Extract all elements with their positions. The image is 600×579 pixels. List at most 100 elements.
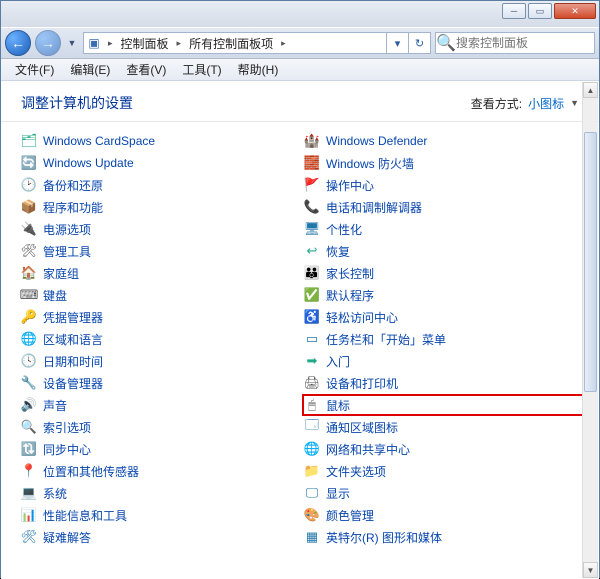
control-panel-item[interactable]: 🏠家庭组 xyxy=(21,262,304,284)
control-panel-item[interactable]: ⌨键盘 xyxy=(21,284,304,306)
item-label: 设备管理器 xyxy=(43,375,103,392)
item-icon: 🔍 xyxy=(21,419,37,435)
item-icon: 🗔 xyxy=(304,419,320,435)
column-right: 🏰Windows Defender🧱Windows 防火墙🚩操作中心📞电话和调制… xyxy=(304,130,587,562)
item-label: 显示 xyxy=(326,485,350,502)
control-panel-item[interactable]: 🛠管理工具 xyxy=(21,240,304,262)
close-button[interactable]: ✕ xyxy=(554,3,596,19)
control-panel-item[interactable]: 🏰Windows Defender xyxy=(304,130,587,152)
address-dropdown-button[interactable]: ▾ xyxy=(386,32,408,54)
item-label: 程序和功能 xyxy=(43,199,103,216)
item-icon: 🕑 xyxy=(21,177,37,193)
control-panel-item[interactable]: 🖱鼠标 xyxy=(302,394,587,416)
view-mode-value[interactable]: 小图标 xyxy=(528,95,564,112)
menu-view[interactable]: 查看(V) xyxy=(118,61,174,78)
control-panel-item[interactable]: 🧱Windows 防火墙 xyxy=(304,152,587,174)
view-mode-label: 查看方式: xyxy=(471,95,522,112)
control-panel-item[interactable]: 🖨设备和打印机 xyxy=(304,372,587,394)
control-panel-item[interactable]: 📦程序和功能 xyxy=(21,196,304,218)
item-label: 疑难解答 xyxy=(43,529,91,546)
back-button[interactable]: ← xyxy=(5,30,31,56)
control-panel-item[interactable]: 🗂 Windows CardSpace xyxy=(21,130,304,152)
content-header: 调整计算机的设置 查看方式: 小图标 ▼ xyxy=(1,81,599,122)
item-icon: 💻 xyxy=(21,485,37,501)
control-panel-item[interactable]: ▭任务栏和「开始」菜单 xyxy=(304,328,587,350)
control-panel-item[interactable]: 🛠疑难解答 xyxy=(21,526,304,548)
control-panel-item[interactable]: ▦英特尔(R) 图形和媒体 xyxy=(304,526,587,548)
control-panel-item[interactable]: 📞电话和调制解调器 xyxy=(304,196,587,218)
item-icon: 🔃 xyxy=(21,441,37,457)
control-panel-item[interactable]: ✅ 默认程序 xyxy=(304,284,587,306)
control-panel-item[interactable]: 📁 文件夹选项 xyxy=(304,460,587,482)
menu-file[interactable]: 文件(F) xyxy=(7,61,62,78)
crumb-control-panel[interactable]: 控制面板 xyxy=(117,35,173,52)
control-panel-item[interactable]: 📊性能信息和工具 xyxy=(21,504,304,526)
item-icon: 🚩 xyxy=(304,177,320,193)
control-panel-item[interactable]: 🖥 个性化 xyxy=(304,218,587,240)
control-panel-item[interactable]: 🔧设备管理器 xyxy=(21,372,304,394)
item-label: Windows Defender xyxy=(326,134,427,148)
menu-help[interactable]: 帮助(H) xyxy=(230,61,287,78)
control-panel-item[interactable]: 🔑凭据管理器 xyxy=(21,306,304,328)
control-panel-item[interactable]: 🌐区域和语言 xyxy=(21,328,304,350)
view-mode-selector[interactable]: 查看方式: 小图标 ▼ xyxy=(471,95,579,112)
control-panel-item[interactable]: 🌐网络和共享中心 xyxy=(304,438,587,460)
chevron-right-icon[interactable]: ▸ xyxy=(277,38,290,49)
item-icon: 🔄 xyxy=(21,155,37,171)
item-icon: ✅ xyxy=(304,287,320,303)
search-input[interactable] xyxy=(456,36,586,50)
item-icon: 🖵 xyxy=(304,485,320,501)
item-icon: 📍 xyxy=(21,463,37,479)
item-icon: 📁 xyxy=(304,463,320,479)
item-icon: 🗂 xyxy=(21,133,37,149)
control-panel-item[interactable]: 🚩操作中心 xyxy=(304,174,587,196)
scroll-thumb[interactable] xyxy=(584,132,597,392)
control-panel-item[interactable]: 🕑备份和还原 xyxy=(21,174,304,196)
control-panel-item[interactable]: ♿轻松访问中心 xyxy=(304,306,587,328)
search-box[interactable]: 🔍 xyxy=(435,32,595,54)
control-panel-item[interactable]: 👪家长控制 xyxy=(304,262,587,284)
control-panel-item[interactable]: 💻系统 xyxy=(21,482,304,504)
control-panel-item[interactable]: ↩恢复 xyxy=(304,240,587,262)
titlebar: ─ ▭ ✕ xyxy=(1,1,599,27)
control-panel-item[interactable]: 🕓日期和时间 xyxy=(21,350,304,372)
menu-edit[interactable]: 编辑(E) xyxy=(62,61,118,78)
item-icon: ♿ xyxy=(304,309,320,325)
control-panel-item[interactable]: 🔌电源选项 xyxy=(21,218,304,240)
item-label: 管理工具 xyxy=(43,243,91,260)
chevron-right-icon[interactable]: ▸ xyxy=(104,38,117,49)
control-panel-item[interactable]: 🔃同步中心 xyxy=(21,438,304,460)
control-panel-item[interactable]: 🔊声音 xyxy=(21,394,304,416)
nav-history-dropdown[interactable]: ▼ xyxy=(65,33,79,53)
control-panel-item[interactable]: 🎨颜色管理 xyxy=(304,504,587,526)
minimize-button[interactable]: ─ xyxy=(502,3,526,19)
refresh-button[interactable]: ↻ xyxy=(408,32,430,54)
address-bar: ← → ▼ ▣ ▸ 控制面板 ▸ 所有控制面板项 ▸ ▾ ↻ 🔍 xyxy=(1,27,599,59)
item-icon: 📞 xyxy=(304,199,320,215)
chevron-down-icon[interactable]: ▼ xyxy=(570,98,579,108)
control-panel-item[interactable]: 🔄Windows Update xyxy=(21,152,304,174)
item-label: 凭据管理器 xyxy=(43,309,103,326)
item-label: Windows CardSpace xyxy=(43,134,155,148)
crumb-all-items[interactable]: 所有控制面板项 xyxy=(185,35,277,52)
control-panel-item[interactable]: 🖵 显示 xyxy=(304,482,587,504)
control-panel-icon: ▣ xyxy=(84,36,104,50)
menu-tools[interactable]: 工具(T) xyxy=(174,61,229,78)
item-label: 文件夹选项 xyxy=(326,463,386,480)
item-label: 个性化 xyxy=(326,221,362,238)
item-label: 默认程序 xyxy=(326,287,374,304)
item-icon: ⌨ xyxy=(21,287,37,303)
vertical-scrollbar[interactable]: ▲ ▼ xyxy=(582,82,598,578)
item-label: 位置和其他传感器 xyxy=(43,463,139,480)
breadcrumb[interactable]: ▣ ▸ 控制面板 ▸ 所有控制面板项 ▸ ▾ ↻ xyxy=(83,32,431,54)
restore-button[interactable]: ▭ xyxy=(528,3,552,19)
control-panel-item[interactable]: ➡入门 xyxy=(304,350,587,372)
scroll-down-button[interactable]: ▼ xyxy=(583,562,598,578)
forward-button[interactable]: → xyxy=(35,30,61,56)
chevron-right-icon[interactable]: ▸ xyxy=(173,38,186,49)
control-panel-item[interactable]: 🗔通知区域图标 xyxy=(304,416,587,438)
control-panel-item[interactable]: 📍 位置和其他传感器 xyxy=(21,460,304,482)
item-icon: 🖥 xyxy=(304,221,320,237)
control-panel-item[interactable]: 🔍索引选项 xyxy=(21,416,304,438)
scroll-up-button[interactable]: ▲ xyxy=(583,82,598,98)
